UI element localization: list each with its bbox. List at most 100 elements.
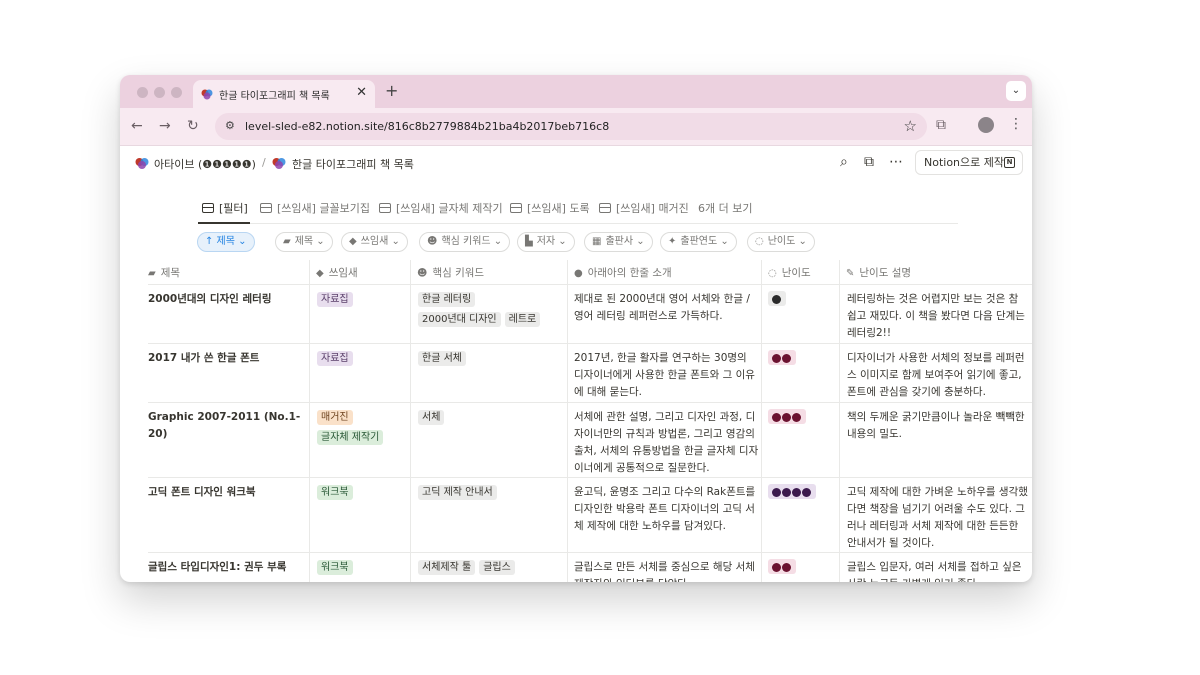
extensions-icon[interactable]: ⧉ bbox=[936, 117, 946, 133]
alien-icon: ☻ bbox=[417, 268, 428, 279]
filter-chip-author[interactable]: ▙ 저자 ⌄ bbox=[517, 232, 575, 252]
profile-icon[interactable] bbox=[978, 117, 994, 133]
keywords-cell: 고딕 제작 안내서 bbox=[418, 484, 568, 504]
difficulty-cell bbox=[768, 409, 838, 428]
filter-chip-year[interactable]: ✦ 출판연도 ⌄ bbox=[660, 232, 737, 252]
minimize-window-dot[interactable] bbox=[154, 87, 165, 98]
maximize-window-dot[interactable] bbox=[171, 87, 182, 98]
filter-chip-label: 출판연도 ⌄ bbox=[680, 236, 729, 247]
tab-search-button[interactable]: ⌄ bbox=[1006, 81, 1026, 101]
more-horizontal-icon[interactable]: ⋯ bbox=[889, 154, 903, 170]
notion-topbar: 아타이브 (❶❶❶❶❶) / 한글 타이포그래피 책 목록 ⌕ ⧉ ⋯ Noti… bbox=[120, 146, 1032, 180]
tab-strip: 한글 타이포그래피 책 목록 ✕ + ⌄ bbox=[120, 75, 1032, 108]
row-title[interactable]: Graphic 2007-2011 (No.1-20) bbox=[148, 409, 308, 443]
duplicate-icon[interactable]: ⧉ bbox=[864, 154, 874, 170]
keyword-tag: 한글 서체 bbox=[418, 351, 466, 366]
database-view-tabs: [필터] [쓰임새] 글꼴보기집 [쓰임새] 글자체 제작기 [쓰임새] 도록 … bbox=[198, 194, 958, 224]
notion-logo-icon: N bbox=[1004, 157, 1015, 168]
notion-made-button[interactable]: Notion으로 제작 N bbox=[915, 150, 1023, 175]
notion-made-label: Notion으로 제작 bbox=[924, 156, 1005, 169]
row-title[interactable]: 2000년대의 디자인 레터링 bbox=[148, 291, 308, 308]
usage-tag: 자료집 bbox=[317, 351, 353, 366]
new-tab-button[interactable]: + bbox=[385, 81, 398, 100]
url-text[interactable]: level-sled-e82.notion.site/816c8b2779884… bbox=[245, 120, 609, 133]
keyword-tag: 서체 bbox=[418, 410, 445, 425]
filter-chip-label: 저자 ⌄ bbox=[536, 236, 567, 247]
table-row[interactable]: 2000년대의 디자인 레터링 자료집 한글 레터링 2000년대 디자인 레트로… bbox=[148, 285, 1032, 344]
forward-arrow-icon[interactable]: → bbox=[159, 118, 171, 134]
filter-chip-usage[interactable]: ◆ 쓰임새 ⌄ bbox=[341, 232, 408, 252]
site-settings-icon[interactable]: ⚙ bbox=[225, 119, 235, 132]
filter-chip-label: 핵심 키워드 ⌄ bbox=[441, 236, 503, 247]
difficulty-rating bbox=[768, 350, 796, 365]
search-icon[interactable]: ⌕ bbox=[840, 154, 848, 170]
breadcrumb-page[interactable]: 한글 타이포그래피 책 목록 bbox=[292, 156, 414, 172]
filter-chip-label: 난이도 ⌄ bbox=[767, 236, 807, 247]
row-title[interactable]: 고딕 폰트 디자인 워크북 bbox=[148, 484, 308, 501]
page-icon bbox=[272, 158, 286, 169]
difficulty-rating bbox=[768, 484, 816, 499]
column-header-label: 쓰임새 bbox=[328, 267, 358, 279]
view-tab-magazine[interactable]: [쓰임새] 매거진 bbox=[599, 200, 689, 216]
filter-chip-difficulty[interactable]: ◌ 난이도 ⌄ bbox=[747, 232, 815, 252]
column-header-difficulty-desc[interactable]: ✎ 난이도 설명 bbox=[846, 265, 911, 280]
difficulty-cell bbox=[768, 484, 838, 503]
view-tab-filter[interactable]: [필터] bbox=[202, 200, 248, 216]
column-header-label: 아래아의 한줄 소개 bbox=[587, 267, 672, 279]
view-tab-catalog[interactable]: [쓰임새] 도록 bbox=[510, 200, 590, 216]
table-row[interactable]: Graphic 2007-2011 (No.1-20) 매거진 글자체 제작기 … bbox=[148, 403, 1032, 478]
table-row[interactable]: 2017 내가 쓴 한글 폰트 자료집 한글 서체 2017년, 한글 활자를 … bbox=[148, 344, 1032, 403]
animal-icon: ▰ bbox=[283, 236, 291, 247]
address-bar[interactable]: ⚙ level-sled-e82.notion.site/816c8b27798… bbox=[215, 113, 927, 140]
column-header-label: 제목 bbox=[160, 267, 181, 279]
browser-toolbar: ← → ↻ ⚙ level-sled-e82.notion.site/816c8… bbox=[120, 108, 1032, 146]
difficulty-desc-cell: 레터링하는 것은 어렵지만 보는 것은 참 쉽고 재밌다. 이 책을 봤다면 다… bbox=[847, 293, 1025, 339]
intro-cell: 글립스로 만든 서체를 중심으로 해당 서체 제작자와 인터뷰를 담았다. bbox=[574, 561, 755, 582]
usage-tag: 글자체 제작기 bbox=[317, 430, 384, 445]
table-icon bbox=[599, 203, 611, 213]
intro-cell: 제대로 된 2000년대 영어 서체와 한글 / 영어 레터링 레퍼런스로 가득… bbox=[574, 293, 750, 322]
breadcrumb-workspace[interactable]: 아타이브 (❶❶❶❶❶) bbox=[154, 156, 256, 172]
difficulty-cell bbox=[768, 559, 838, 578]
column-header-usage[interactable]: ◆ 쓰임새 bbox=[316, 265, 358, 280]
tab-close-icon[interactable]: ✕ bbox=[356, 85, 367, 100]
filter-chip-label: 쓰임새 ⌄ bbox=[360, 236, 400, 247]
view-tab-font-making[interactable]: [쓰임새] 글자체 제작기 bbox=[379, 200, 503, 216]
column-header-difficulty[interactable]: ◌ 난이도 bbox=[768, 265, 811, 280]
table-icon bbox=[260, 203, 272, 213]
usage-tag: 워크북 bbox=[317, 485, 353, 500]
filter-chip-title[interactable]: ▰ 제목 ⌄ bbox=[275, 232, 333, 252]
column-header-label: 핵심 키워드 bbox=[432, 267, 485, 279]
back-arrow-icon[interactable]: ← bbox=[131, 118, 143, 134]
close-window-dot[interactable] bbox=[137, 87, 148, 98]
more-views-button[interactable]: 6개 더 보기 bbox=[698, 200, 752, 216]
usage-cell: 매거진 글자체 제작기 bbox=[317, 409, 412, 449]
more-vert-icon[interactable]: ⋮ bbox=[1009, 116, 1023, 132]
view-tab-label: [필터] bbox=[219, 202, 248, 215]
intro-cell: 윤고딕, 윤명조 그리고 다수의 Rak폰트를 디자인한 박용락 폰트 디자이너… bbox=[574, 486, 756, 532]
column-header-keywords[interactable]: ☻ 핵심 키워드 bbox=[417, 265, 484, 280]
difficulty-rating bbox=[768, 409, 806, 424]
filter-chip-keywords[interactable]: ☻ 핵심 키워드 ⌄ bbox=[419, 232, 511, 252]
reload-icon[interactable]: ↻ bbox=[187, 118, 199, 134]
difficulty-desc-cell: 글립스 입문자, 여러 서체를 접하고 싶은 사람 누구든 가볍게 읽기 좋다. bbox=[847, 561, 1022, 582]
table-row[interactable]: 글립스 타입디자인1: 권두 부록 워크북 서체제작 툴 글립스 글립스로 만든 … bbox=[148, 553, 1032, 582]
filter-chip-label: 출판사 ⌄ bbox=[605, 236, 645, 247]
bookmark-star-icon[interactable]: ☆ bbox=[904, 117, 917, 135]
table-row[interactable]: 고딕 폰트 디자인 워크북 워크북 고딕 제작 안내서 윤고딕, 윤명조 그리고… bbox=[148, 478, 1032, 553]
row-title[interactable]: 글립스 타입디자인1: 권두 부록 bbox=[148, 559, 308, 576]
intro-cell: 서체에 관한 설명, 그리고 디자인 과정, 디자이너만의 규칙과 방법론, 그… bbox=[574, 411, 759, 474]
difficulty-cell bbox=[768, 291, 838, 310]
table-icon bbox=[202, 203, 214, 213]
usage-cell: 워크북 bbox=[317, 484, 412, 504]
keyword-tag: 고딕 제작 안내서 bbox=[418, 485, 497, 500]
column-header-label: 난이도 설명 bbox=[859, 267, 912, 279]
filter-chip-publisher[interactable]: ▦ 출판사 ⌄ bbox=[584, 232, 653, 252]
view-tab-font-collection[interactable]: [쓰임새] 글꼴보기집 bbox=[260, 200, 370, 216]
column-header-title[interactable]: ▰ 제목 bbox=[148, 265, 180, 280]
column-header-intro[interactable]: ● 아래아의 한줄 소개 bbox=[574, 265, 672, 280]
row-title[interactable]: 2017 내가 쓴 한글 폰트 bbox=[148, 350, 308, 367]
browser-tab-active[interactable]: 한글 타이포그래피 책 목록 ✕ bbox=[193, 80, 375, 108]
sort-chip-title[interactable]: ↑ 제목 ⌄ bbox=[197, 232, 255, 252]
dashed-circle-icon: ◌ bbox=[755, 236, 764, 247]
